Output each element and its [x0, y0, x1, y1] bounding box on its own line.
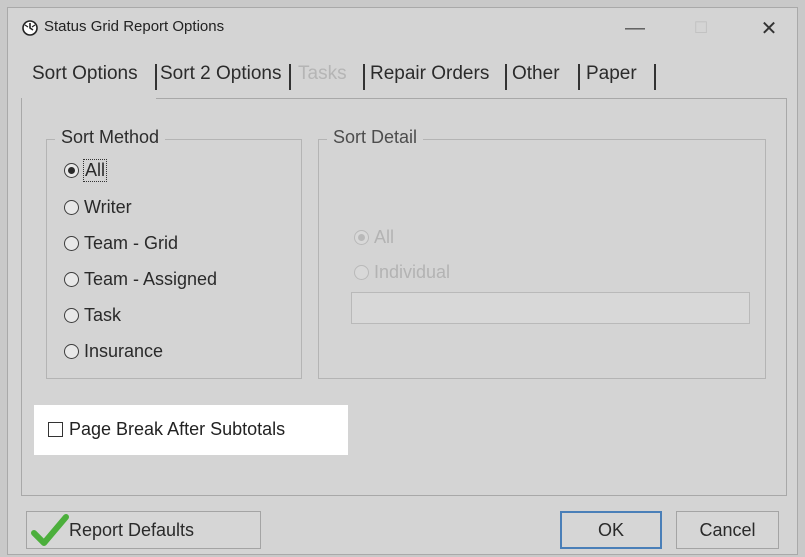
radio-unselected-icon: [64, 308, 79, 323]
tab-divider: [654, 64, 656, 90]
minimize-icon: —: [625, 16, 645, 39]
tab-label: Sort Options: [32, 63, 138, 84]
close-icon: ✕: [760, 17, 778, 40]
radio-label: Writer: [84, 197, 132, 217]
radio-detail-individual: Individual: [354, 262, 450, 283]
page-break-checkbox[interactable]: Page Break After Subtotals: [48, 419, 285, 440]
radio-unselected-icon: [354, 265, 369, 280]
radio-sort-all[interactable]: All: [64, 159, 108, 182]
radio-label: Individual: [374, 262, 451, 282]
tab-tasks: Tasks: [298, 56, 347, 92]
tab-divider: [363, 64, 365, 90]
tab-label: Paper: [586, 63, 637, 84]
tab-paper[interactable]: Paper: [586, 56, 637, 92]
sort-detail-label: Sort Detail: [327, 127, 424, 148]
ok-button[interactable]: OK: [560, 511, 662, 549]
individual-input: [351, 292, 750, 324]
radio-unselected-icon: [64, 272, 79, 287]
close-button[interactable]: ✕: [742, 8, 796, 48]
radio-sort-writer[interactable]: Writer: [64, 197, 132, 218]
tab-divider: [155, 64, 157, 90]
maximize-button[interactable]: ☐: [674, 8, 728, 48]
radio-unselected-icon: [64, 200, 79, 215]
radio-label: Insurance: [84, 341, 164, 361]
cancel-button[interactable]: Cancel: [676, 511, 779, 549]
tab-label: Tasks: [298, 63, 347, 84]
window-title: Status Grid Report Options: [44, 18, 225, 35]
tab-divider: [505, 64, 507, 90]
minimize-button[interactable]: —: [608, 8, 662, 48]
radio-label: All: [82, 159, 108, 182]
tab-sort-2-options[interactable]: Sort 2 Options: [160, 56, 281, 92]
checkmark-icon: [30, 513, 70, 554]
tab-label: Repair Orders: [370, 63, 490, 84]
checkbox-icon: [48, 422, 63, 437]
tab-other[interactable]: Other: [512, 56, 560, 92]
radio-sort-team-grid[interactable]: Team - Grid: [64, 233, 178, 254]
radio-label: Task: [84, 305, 122, 325]
radio-unselected-icon: [64, 236, 79, 251]
sort-detail-group: Sort Detail: [318, 127, 766, 379]
tab-repair-orders[interactable]: Repair Orders: [370, 56, 489, 92]
radio-sort-insurance[interactable]: Insurance: [64, 341, 163, 362]
checkbox-label: Page Break After Subtotals: [69, 419, 286, 439]
tab-divider: [289, 64, 291, 90]
tab-divider: [578, 64, 580, 90]
button-label: Cancel: [699, 519, 756, 540]
tab-sort-options[interactable]: Sort Options: [32, 56, 138, 92]
maximize-icon: ☐: [693, 20, 709, 37]
button-label: Report Defaults: [69, 519, 195, 540]
radio-sort-task[interactable]: Task: [64, 305, 121, 326]
button-label: OK: [597, 519, 624, 540]
report-defaults-button[interactable]: Report Defaults: [26, 511, 261, 549]
sort-method-label: Sort Method: [55, 127, 166, 148]
dialog-window: Status Grid Report Options — ☐ ✕ Sort Op…: [7, 7, 798, 555]
radio-label: Team - Assigned: [84, 269, 218, 289]
radio-label: All: [374, 227, 395, 247]
radio-selected-icon: [354, 230, 369, 245]
tab-label: Other: [512, 63, 560, 84]
title-bar[interactable]: Status Grid Report Options — ☐ ✕: [8, 8, 797, 48]
tab-label: Sort 2 Options: [160, 63, 282, 84]
radio-selected-icon: [64, 163, 79, 178]
radio-label: Team - Grid: [84, 233, 179, 253]
radio-unselected-icon: [64, 344, 79, 359]
radio-detail-all: All: [354, 227, 394, 248]
radio-sort-team-assigned[interactable]: Team - Assigned: [64, 269, 217, 290]
clock-icon: [22, 20, 38, 36]
